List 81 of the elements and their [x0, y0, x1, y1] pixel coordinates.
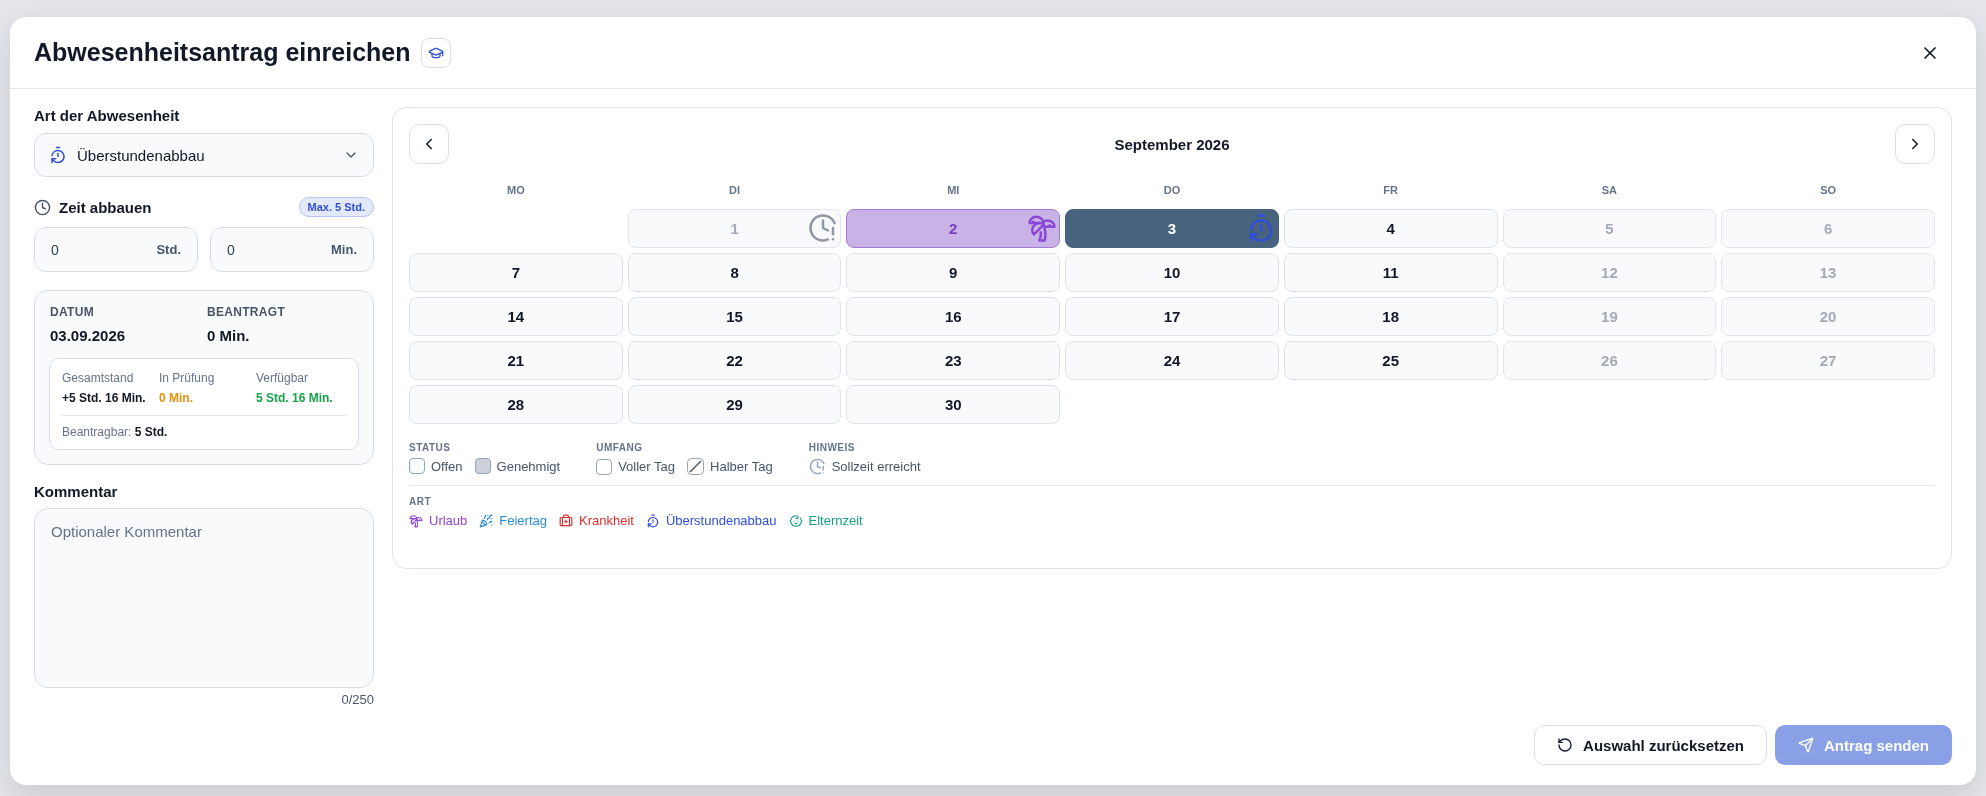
calendar-day[interactable]: 18 [1283, 297, 1498, 336]
weekday-label: MO [506, 183, 526, 198]
legend-label: Offen [431, 458, 463, 474]
summary-label: BEANTRAGT [207, 305, 287, 319]
max-hours-badge: Max. 5 Std. [298, 197, 374, 217]
legend-label: Voller Tag [618, 459, 675, 474]
stat-label: Verfügbar [256, 371, 310, 385]
weekday-label: DO [1162, 183, 1182, 198]
palm-tree-icon [1027, 213, 1058, 243]
summary-value: 0 Min. [207, 327, 251, 344]
calendar-day[interactable]: 4 [1283, 209, 1498, 248]
calendar-day[interactable]: 15 [627, 297, 842, 336]
baby-icon [788, 513, 803, 528]
field-label: Art der Abwesenheit [34, 107, 181, 124]
clock-icon [34, 198, 51, 216]
legend-label: Feiertag [499, 513, 547, 528]
stat-value: 0 Min. [159, 391, 194, 405]
stopwatch-icon [645, 513, 660, 528]
reset-button[interactable]: Auswahl zurücksetzen [1534, 725, 1767, 765]
legend-heading: UMFANG [596, 442, 644, 453]
number-input-field[interactable]: 0 Min. [210, 227, 374, 272]
party-popper-icon [479, 513, 494, 528]
legend-heading: ART [409, 496, 433, 507]
calendar-day[interactable]: 22 [627, 341, 842, 380]
half-day-swatch [687, 458, 704, 475]
absence-type-select[interactable]: Überstundenabbau [34, 133, 374, 177]
requestable-text: Beantragbar: 5 Std. [62, 425, 169, 439]
legend-label: Elternzeit [808, 513, 863, 528]
field-label: Kommentar [34, 483, 119, 500]
stat-label: In Prüfung [159, 371, 216, 385]
calendar-day[interactable]: 29 [627, 385, 842, 424]
open-swatch [409, 458, 425, 474]
full-day-swatch [596, 458, 613, 475]
legend-label: Genehmigt [496, 458, 561, 474]
stopwatch-icon [49, 146, 67, 164]
palm-tree-icon [409, 513, 423, 528]
legend-heading: STATUS [409, 442, 452, 453]
legend-label: Halber Tag [710, 459, 773, 474]
legend-label: Krankheit [579, 513, 634, 528]
calendar-day[interactable]: 7 [409, 253, 623, 292]
stat-value: 5 Std. 16 Min. [256, 391, 334, 405]
summary-label: DATUM [50, 305, 95, 319]
weekday-label: SA [1600, 183, 1619, 198]
dialog-title: Abwesenheitsantrag einreichen [34, 38, 411, 67]
calendar-day[interactable]: 21 [409, 341, 623, 380]
calendar-day[interactable]: 30 [846, 385, 1061, 424]
calendar-day[interactable]: 16 [846, 297, 1061, 336]
send-icon [1798, 737, 1814, 753]
graduation-cap-icon[interactable] [420, 37, 451, 68]
weekday-label: SO [1819, 183, 1838, 198]
character-counter: 0/250 [341, 692, 374, 707]
calendar-day[interactable]: 25 [1283, 341, 1498, 380]
month-title: September 2026 [1114, 135, 1230, 153]
field-label: Zeit abbauen [59, 198, 152, 216]
weekday-label: DI [728, 183, 742, 198]
calendar-day[interactable]: 11 [1283, 253, 1498, 292]
calendar-day[interactable]: 28 [409, 385, 623, 424]
stat-label: Gesamtstand [62, 371, 135, 385]
clock-icon [808, 458, 826, 475]
calendar-day[interactable]: 10 [1065, 253, 1279, 292]
calendar-day[interactable]: 3 [1065, 209, 1279, 248]
calendar-day[interactable]: 8 [627, 253, 842, 292]
comment-field[interactable]: Optionaler Kommentar [34, 508, 374, 688]
weekday-label: FR [1382, 183, 1400, 198]
calendar-day[interactable]: 23 [846, 341, 1061, 380]
summary-value: 03.09.2026 [50, 327, 127, 344]
medical-case-icon [559, 513, 573, 528]
reset-icon [1557, 737, 1574, 753]
calendar-day[interactable]: 9 [846, 253, 1061, 292]
clock-icon [808, 213, 839, 243]
stat-value: +5 Std. 16 Min. [62, 391, 147, 405]
approved-swatch [474, 458, 491, 474]
legend-label: Urlaub [429, 513, 468, 528]
number-input-field[interactable]: 0 Std. [34, 227, 198, 272]
calendar-day[interactable]: 17 [1065, 297, 1279, 336]
weekday-label: MI [946, 183, 961, 198]
calendar-day[interactable]: 14 [409, 297, 623, 336]
calendar-day[interactable]: 24 [1065, 341, 1279, 380]
legend-label: Überstundenabbau [665, 513, 777, 528]
legend-heading: HINWEIS [808, 442, 856, 453]
legend-label: Sollzeit erreicht [831, 459, 921, 474]
